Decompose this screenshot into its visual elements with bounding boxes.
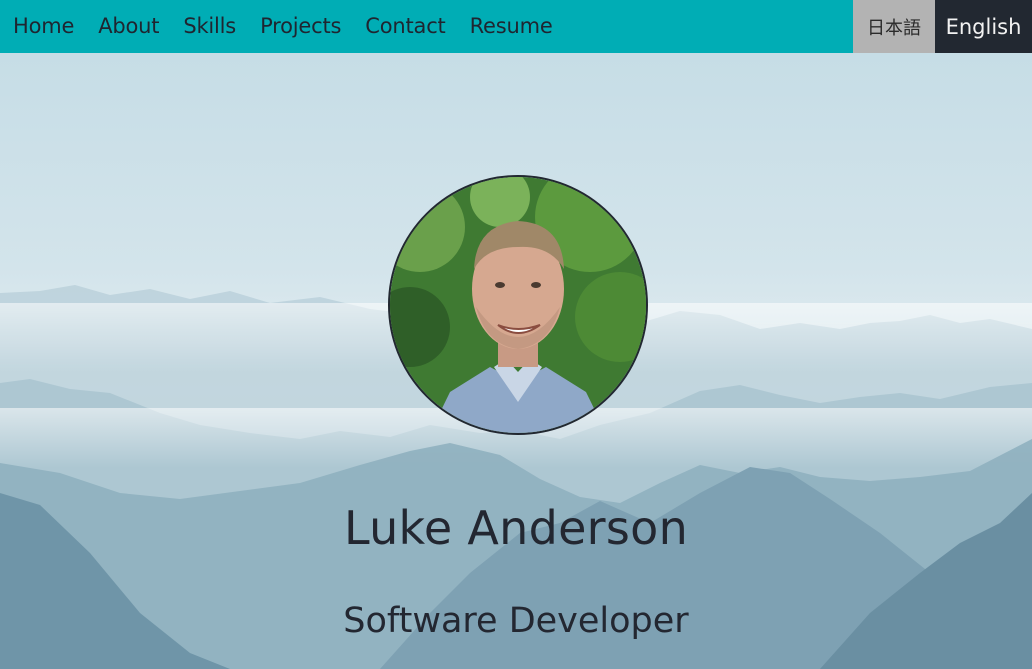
nav-links: Home About Skills Projects Contact Resum…: [0, 0, 577, 53]
nav-link-resume[interactable]: Resume: [470, 0, 553, 53]
profile-photo: [388, 175, 648, 435]
language-switcher: 日本語 English: [853, 0, 1032, 53]
hero-section: Luke Anderson Software Developer: [0, 53, 1032, 669]
hero-job-title: Software Developer: [343, 601, 689, 641]
japanese-language-button[interactable]: 日本語: [853, 0, 935, 53]
navbar: Home About Skills Projects Contact Resum…: [0, 0, 1032, 53]
nav-link-about[interactable]: About: [98, 0, 159, 53]
nav-link-skills[interactable]: Skills: [183, 0, 236, 53]
nav-link-contact[interactable]: Contact: [365, 0, 446, 53]
nav-link-projects[interactable]: Projects: [260, 0, 341, 53]
hero-name: Luke Anderson: [343, 501, 689, 555]
profile-photo-image: [390, 177, 646, 433]
english-language-button[interactable]: English: [935, 0, 1032, 53]
nav-link-home[interactable]: Home: [13, 0, 74, 53]
